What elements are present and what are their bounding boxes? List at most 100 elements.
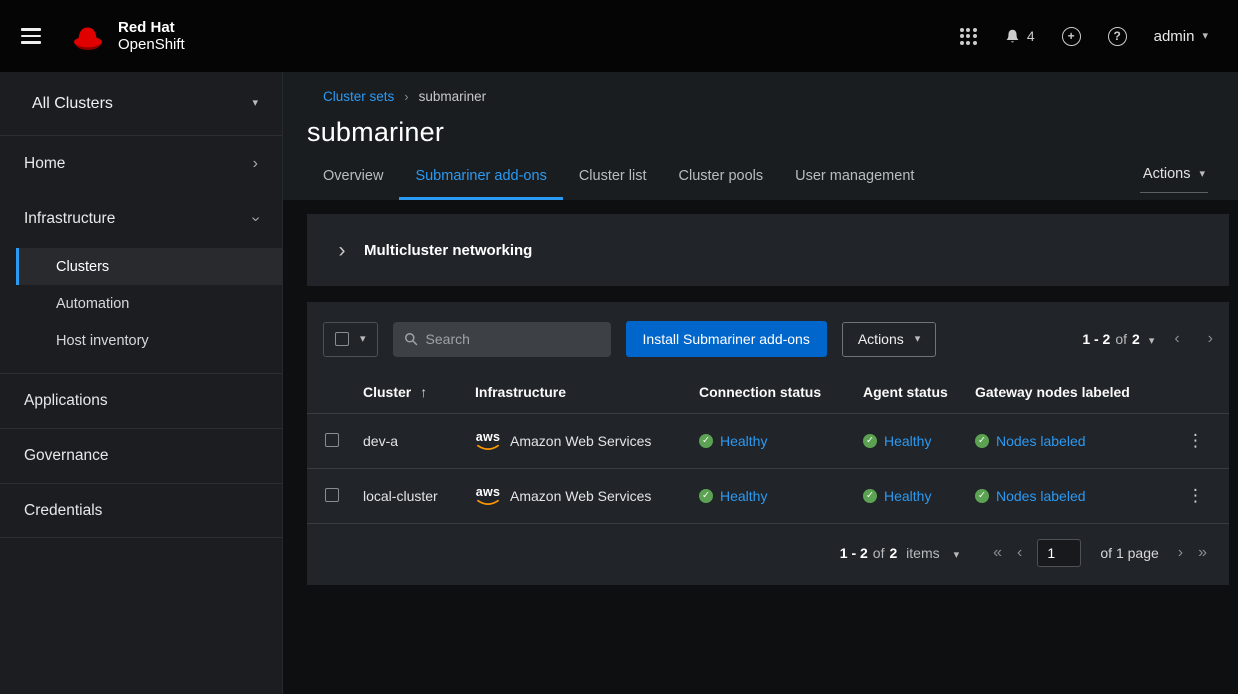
caret-down-icon: ▾ <box>954 549 960 561</box>
cluster-selector-dropdown[interactable]: All Clusters ▾ <box>0 72 282 136</box>
toolbar-actions-dropdown[interactable]: Actions ▾ <box>842 322 936 357</box>
add-circle-icon: + <box>1062 27 1081 46</box>
gateway-nodes-cell: ✓ Nodes labeled <box>975 488 1156 504</box>
agent-status-link[interactable]: Healthy <box>884 488 931 504</box>
caret-down-icon: ▾ <box>1149 335 1155 347</box>
sidebar-item-credentials[interactable]: Credentials <box>0 483 282 538</box>
first-page-button[interactable]: « <box>993 545 1002 561</box>
breadcrumb-link-cluster-sets[interactable]: Cluster sets <box>323 89 394 104</box>
aws-icon: aws <box>475 431 501 451</box>
tab-cluster-list[interactable]: Cluster list <box>563 160 663 200</box>
sidebar-item-home[interactable]: Home › <box>0 136 282 191</box>
sidebar-item-host-inventory[interactable]: Host inventory <box>16 322 282 359</box>
bulk-select-dropdown[interactable]: ▾ <box>323 322 378 357</box>
sidebar-item-infrastructure[interactable]: Infrastructure › <box>0 191 282 246</box>
tab-submariner-add-ons[interactable]: Submariner add-ons <box>399 160 562 200</box>
infrastructure-cell: aws Amazon Web Services <box>475 431 675 451</box>
username-label: admin <box>1154 28 1195 45</box>
select-column-header <box>307 371 351 414</box>
column-header-gateway-nodes: Gateway nodes labeled <box>963 371 1168 414</box>
check-circle-icon: ✓ <box>975 434 989 448</box>
pagination-top: 1 - 2of2▾ ‹ › <box>1082 331 1213 347</box>
actions-column-header <box>1168 371 1229 414</box>
cluster-name-cell: dev-a <box>351 414 463 469</box>
bulk-select-checkbox[interactable] <box>335 332 349 346</box>
next-page-button[interactable]: › <box>1208 331 1213 347</box>
aws-icon: aws <box>475 486 501 506</box>
caret-down-icon: ▾ <box>915 334 921 345</box>
nav-list: Home › Infrastructure › Clusters Automat… <box>0 136 282 538</box>
agent-status-link[interactable]: Healthy <box>884 433 931 449</box>
help-button[interactable]: ? <box>1108 27 1127 46</box>
brand-line1: Red Hat <box>118 19 185 36</box>
caret-down-icon: ▾ <box>360 334 366 345</box>
cluster-name-cell: local-cluster <box>351 469 463 524</box>
column-header-cluster[interactable]: Cluster↑ <box>351 371 463 414</box>
gateway-nodes-cell: ✓ Nodes labeled <box>975 433 1156 449</box>
search-box <box>393 322 611 357</box>
expand-chevron-right-icon[interactable]: › <box>333 240 351 261</box>
tab-user-management[interactable]: User management <box>779 160 930 200</box>
row-checkbox[interactable] <box>325 433 339 447</box>
page-actions-dropdown[interactable]: Actions ▾ <box>1140 166 1208 193</box>
nav-toggle-hamburger-icon[interactable] <box>21 28 41 44</box>
infrastructure-cell: aws Amazon Web Services <box>475 486 675 506</box>
sidebar-item-applications[interactable]: Applications <box>0 373 282 428</box>
row-checkbox[interactable] <box>325 488 339 502</box>
addons-table: Cluster↑ Infrastructure Connection statu… <box>307 371 1229 524</box>
nav-label: Home <box>24 155 65 173</box>
row-kebab-menu-icon[interactable]: ⋮ <box>1180 484 1211 508</box>
table-row: local-cluster aws Amazon Web Services <box>307 469 1229 524</box>
notifications-button[interactable]: 4 <box>1004 28 1035 45</box>
chevron-down-icon: › <box>247 216 263 221</box>
previous-page-button[interactable]: ‹ <box>1174 331 1179 347</box>
nav-label: Clusters <box>56 259 109 275</box>
gateway-nodes-link[interactable]: Nodes labeled <box>996 488 1086 504</box>
caret-down-icon: ▾ <box>1199 169 1205 180</box>
tab-overview[interactable]: Overview <box>307 160 399 200</box>
breadcrumb-separator-icon: › <box>404 89 408 104</box>
pagination-top-menu-toggle[interactable]: 1 - 2of2▾ <box>1082 331 1154 347</box>
chevron-right-icon: › <box>253 156 258 172</box>
infrastructure-subnav: Clusters Automation Host inventory <box>0 246 282 373</box>
table-row: dev-a aws Amazon Web Services <box>307 414 1229 469</box>
tabs-row: Overview Submariner add-ons Cluster list… <box>307 160 1214 200</box>
check-circle-icon: ✓ <box>975 489 989 503</box>
pagination-bottom-menu-toggle[interactable]: 1 - 2of2 items▾ <box>840 545 959 561</box>
multicluster-networking-title: Multicluster networking <box>364 242 532 259</box>
connection-status-link[interactable]: Healthy <box>720 433 767 449</box>
next-page-button[interactable]: › <box>1178 545 1183 561</box>
breadcrumb: Cluster sets › submariner <box>323 89 1214 104</box>
pagination-bottom: 1 - 2of2 items▾ « ‹ of 1 page › » <box>307 524 1229 585</box>
quick-create-button[interactable]: + <box>1062 27 1081 46</box>
sidebar-item-automation[interactable]: Automation <box>16 285 282 322</box>
red-hat-fedora-icon <box>68 22 108 51</box>
sort-ascending-icon: ↑ <box>420 384 427 400</box>
connection-status-cell: ✓ Healthy <box>699 488 839 504</box>
caret-down-icon: ▾ <box>1202 31 1208 42</box>
nav-label: Applications <box>24 392 108 410</box>
pagination-top-nav: ‹ › <box>1174 331 1213 347</box>
user-menu-dropdown[interactable]: admin ▾ <box>1154 28 1208 45</box>
masthead: Red Hat OpenShift 4 + ? admin ▾ <box>0 0 1238 72</box>
previous-page-button[interactable]: ‹ <box>1017 545 1022 561</box>
column-header-connection-status: Connection status <box>687 371 851 414</box>
table-toolbar: ▾ Install Submariner add-ons Actions ▾ <box>307 302 1229 371</box>
last-page-button[interactable]: » <box>1198 545 1207 561</box>
install-submariner-addons-button[interactable]: Install Submariner add-ons <box>626 321 827 357</box>
sidebar-item-clusters[interactable]: Clusters <box>16 248 282 285</box>
search-icon <box>404 332 418 346</box>
caret-down-icon: ▾ <box>252 98 258 109</box>
gateway-nodes-link[interactable]: Nodes labeled <box>996 433 1086 449</box>
tab-cluster-pools[interactable]: Cluster pools <box>663 160 780 200</box>
connection-status-link[interactable]: Healthy <box>720 488 767 504</box>
row-kebab-menu-icon[interactable]: ⋮ <box>1180 429 1211 453</box>
app-launcher-button[interactable] <box>960 28 977 45</box>
brand-logo: Red Hat OpenShift <box>68 19 185 54</box>
sidebar-item-governance[interactable]: Governance <box>0 428 282 483</box>
current-page-input[interactable] <box>1037 539 1081 567</box>
content-section: › Multicluster networking ▾ Install Subm… <box>283 200 1238 694</box>
bell-icon <box>1004 28 1021 45</box>
search-input[interactable] <box>426 331 600 347</box>
brand-text: Red Hat OpenShift <box>118 19 185 54</box>
